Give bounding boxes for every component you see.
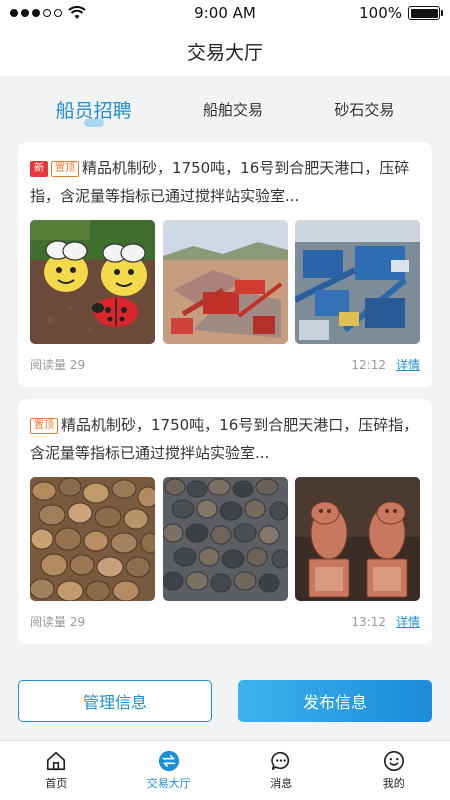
post-images	[30, 477, 420, 601]
category-tabs: 船员招聘 船舶交易 砂石交易	[0, 82, 450, 136]
exchange-icon	[158, 750, 179, 772]
pinned-badge: 置顶	[30, 418, 58, 434]
tabbar-label: 交易大厅	[146, 777, 191, 790]
post-time: 12:12	[351, 357, 386, 372]
stone-crushing-machinery-photo[interactable]	[295, 220, 420, 344]
post-card[interactable]: 置顶 精品机制砂，1750吨，16号到合肥天港口，压碎指，含泥量等指标已通过搅拌站…	[18, 399, 432, 644]
tabbar-label: 消息	[270, 777, 293, 790]
message-icon	[271, 751, 290, 771]
bottom-tab-bar: 首页 交易大厅 消息 我的	[0, 740, 450, 800]
post-card[interactable]: 新置顶 精品机制砂，1750吨，16号到合肥天港口，压碎指，含泥量等指标已通过搅拌…	[18, 142, 432, 387]
painted-rocks-photo[interactable]	[30, 220, 155, 344]
status-left	[10, 6, 86, 20]
tabbar-item-messages[interactable]: 消息	[225, 741, 338, 800]
post-title-row: 新置顶 精品机制砂，1750吨，16号到合肥天港口，压碎指，含泥量等指标已通过搅拌…	[30, 154, 420, 210]
post-meta-right: 13:12 详情	[351, 613, 420, 630]
battery-percent: 100%	[359, 4, 402, 22]
tabbar-label: 我的	[382, 777, 405, 790]
status-bar: 9:00 AM 100%	[0, 0, 450, 26]
signal-icon	[10, 9, 62, 17]
post-title: 精品机制砂，1750吨，16号到合肥天港口，压碎指，含泥量等指标已通过搅拌站实验…	[30, 416, 419, 462]
post-meta-right: 12:12 详情	[351, 356, 420, 373]
pinned-badge: 置顶	[51, 161, 79, 177]
detail-link[interactable]: 详情	[396, 356, 420, 373]
post-meta: 阅读量 29 12:12 详情	[30, 356, 420, 373]
new-badge: 新	[30, 161, 48, 177]
detail-link[interactable]: 详情	[396, 613, 420, 630]
post-title: 精品机制砂，1750吨，16号到合肥天港口，压碎指，含泥量等指标已通过搅拌站实验…	[30, 159, 410, 205]
post-title-row: 置顶 精品机制砂，1750吨，16号到合肥天港口，压碎指，含泥量等指标已通过搅拌站…	[30, 411, 420, 467]
sand-crusher-plant-photo[interactable]	[162, 220, 288, 344]
tab-ship-trading[interactable]: 船舶交易	[199, 93, 267, 126]
carved-stone-lions-photo[interactable]	[295, 477, 420, 601]
status-right: 100%	[359, 4, 443, 22]
post-meta: 阅读量 29 13:12 详情	[30, 613, 420, 630]
wifi-icon	[68, 6, 86, 19]
page-title: 交易大厅	[0, 26, 450, 76]
home-icon	[47, 751, 66, 771]
tabbar-item-home[interactable]: 首页	[0, 741, 113, 800]
tabbar-item-profile[interactable]: 我的	[338, 741, 450, 800]
tab-sand-trading[interactable]: 砂石交易	[330, 93, 398, 126]
view-count: 阅读量 29	[30, 615, 86, 629]
profile-icon	[383, 751, 404, 771]
publish-info-button[interactable]: 发布信息	[238, 680, 432, 722]
tab-crew-recruitment[interactable]: 船员招聘	[52, 90, 136, 129]
dark-pebbles-photo[interactable]	[162, 477, 288, 601]
pebbles-photo[interactable]	[30, 477, 155, 601]
tabbar-label: 首页	[45, 777, 68, 790]
battery-icon	[408, 6, 443, 20]
post-time: 13:12	[351, 614, 386, 629]
post-images	[30, 220, 420, 344]
view-count: 阅读量 29	[30, 358, 86, 372]
manage-info-button[interactable]: 管理信息	[18, 680, 212, 722]
tabbar-item-exchange[interactable]: 交易大厅	[113, 741, 226, 800]
